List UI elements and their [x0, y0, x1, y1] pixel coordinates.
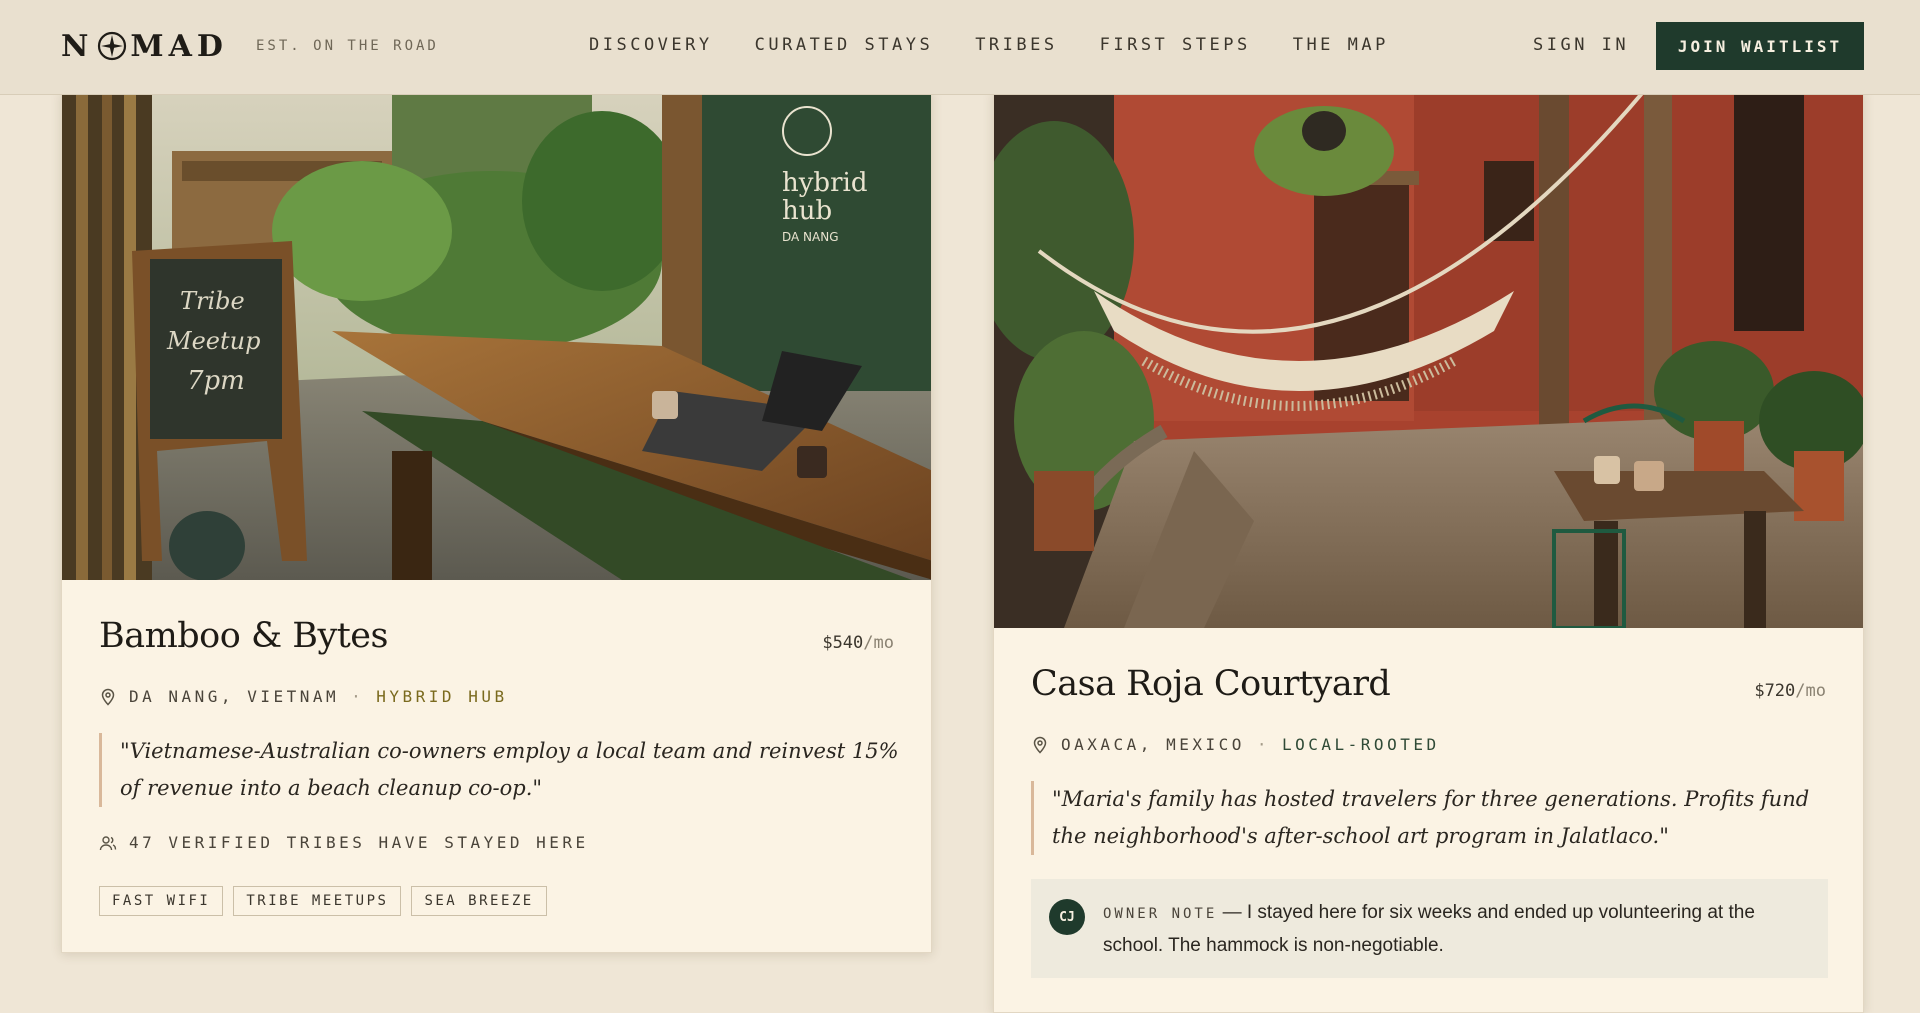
listing-photo-coworking: hybrid hub DA NANG Tribe Meetup 7pm: [62, 91, 931, 580]
site-header: N MAD EST. ON THE ROAD DISCOVERY CURATED…: [0, 0, 1920, 95]
listing-meta: OAXACA, MEXICO · LOCAL-ROOTED: [1031, 735, 1440, 754]
listing-price: $540/mo: [822, 633, 894, 653]
listing-quote: "Vietnamese-Australian co-owners employ …: [99, 733, 899, 807]
nav-the-map[interactable]: THE MAP: [1293, 35, 1389, 55]
owner-note-text: OWNER NOTE — I stayed here for six weeks…: [1103, 897, 1810, 961]
join-waitlist-button[interactable]: JOIN WAITLIST: [1656, 22, 1864, 70]
nav-discovery[interactable]: DISCOVERY: [589, 35, 713, 55]
location-pin-icon: [101, 688, 115, 706]
nav-first-steps[interactable]: FIRST STEPS: [1100, 35, 1251, 55]
wall-sign-hub: hub: [782, 196, 832, 226]
amenity-chip-sea-breeze[interactable]: SEA BREEZE: [411, 886, 547, 916]
brand-logo[interactable]: N MAD: [61, 28, 228, 64]
logo-text-end: MAD: [130, 28, 228, 64]
nav-curated-stays[interactable]: CURATED STAYS: [755, 35, 934, 55]
tribe-count: 47 VERIFIED TRIBES HAVE STAYED HERE: [99, 833, 589, 852]
location-pin-icon: [1033, 736, 1047, 754]
listing-price: $720/mo: [1754, 681, 1826, 701]
listing-title[interactable]: Casa Roja Courtyard: [1031, 664, 1391, 704]
amenity-chip-tribe-meetups[interactable]: TRIBE MEETUPS: [233, 886, 402, 916]
listing-title[interactable]: Bamboo & Bytes: [99, 616, 388, 656]
chalkboard-line-1: Tribe: [180, 287, 245, 315]
amenity-chip-fast-wifi[interactable]: FAST WIFI: [99, 886, 224, 916]
price-unit: /mo: [863, 633, 894, 653]
brand-tagline: EST. ON THE ROAD: [256, 38, 439, 54]
owner-note-dash: —: [1217, 902, 1247, 923]
nav-tribes[interactable]: TRIBES: [975, 35, 1057, 55]
logo-text-start: N: [61, 28, 94, 64]
meta-separator: ·: [351, 687, 365, 706]
owner-note-label: OWNER NOTE: [1103, 906, 1218, 922]
listing-meta: DA NANG, VIETNAM · HYBRID HUB: [99, 687, 508, 706]
wall-sign-city: DA NANG: [782, 230, 839, 244]
listing-category-tag[interactable]: LOCAL-ROOTED: [1282, 735, 1440, 754]
listing-photo-courtyard: [994, 91, 1863, 628]
price-amount: $720: [1754, 681, 1796, 701]
meta-separator: ·: [1256, 735, 1270, 754]
listing-category-tag[interactable]: HYBRID HUB: [376, 687, 507, 706]
wall-sign-hybrid: hybrid: [782, 168, 867, 198]
owner-avatar: CJ: [1049, 899, 1085, 935]
amenity-chips: FAST WIFI TRIBE MEETUPS SEA BREEZE: [99, 886, 547, 916]
listing-card-casa-roja[interactable]: Casa Roja Courtyard $720/mo OAXACA, MEXI…: [993, 90, 1864, 1013]
listing-quote: "Maria's family has hosted travelers for…: [1031, 781, 1831, 855]
chalkboard-line-2: Meetup: [166, 327, 260, 355]
price-unit: /mo: [1795, 681, 1826, 701]
listing-location: DA NANG, VIETNAM: [129, 687, 340, 706]
people-icon: [99, 835, 117, 850]
compass-icon: [98, 31, 127, 61]
listing-card-bamboo-bytes[interactable]: hybrid hub DA NANG Tribe Meetup 7pm Bamb…: [61, 90, 932, 953]
listing-location: OAXACA, MEXICO: [1061, 735, 1245, 754]
main-nav: DISCOVERY CURATED STAYS TRIBES FIRST STE…: [589, 35, 1389, 55]
owner-note: CJ OWNER NOTE — I stayed here for six we…: [1031, 879, 1828, 978]
sign-in-link[interactable]: SIGN IN: [1533, 35, 1629, 55]
chalkboard-line-3: 7pm: [187, 366, 245, 396]
tribe-count-text: 47 VERIFIED TRIBES HAVE STAYED HERE: [129, 833, 589, 852]
price-amount: $540: [822, 633, 864, 653]
